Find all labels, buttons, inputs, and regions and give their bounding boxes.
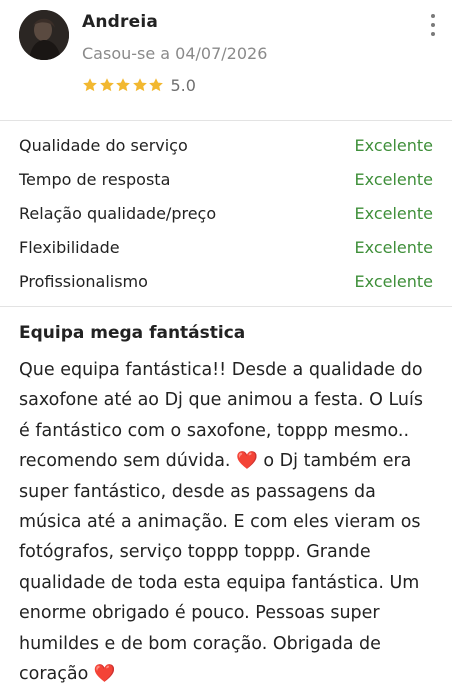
rating-value: 5.0 — [170, 75, 196, 95]
more-options-icon[interactable] — [428, 14, 438, 36]
reviewer-name: Andreia — [82, 12, 159, 32]
criterion-row: Profissionalismo Excelente — [19, 264, 433, 298]
star-icon — [116, 78, 130, 92]
criterion-label: Profissionalismo — [19, 271, 148, 291]
more-options-dot — [431, 32, 435, 36]
criterion-value: Excelente — [354, 170, 433, 190]
criterion-label: Relação qualidade/preço — [19, 203, 217, 223]
criterion-value: Excelente — [354, 203, 433, 223]
criterion-value: Excelente — [354, 237, 433, 257]
star-icon — [149, 78, 163, 92]
rating-row: 5.0 — [82, 75, 196, 95]
more-options-dot — [431, 23, 435, 27]
star-icon — [132, 78, 147, 92]
divider — [0, 305, 452, 307]
criterion-row: Qualidade do serviço Excelente — [19, 129, 433, 163]
criterion-value: Excelente — [354, 271, 433, 291]
star-rating — [82, 77, 165, 93]
avatar[interactable] — [19, 10, 69, 60]
criterion-row: Tempo de resposta Excelente — [19, 163, 433, 197]
star-icon — [99, 78, 114, 92]
criterion-label: Tempo de resposta — [19, 170, 171, 190]
married-date: Casou-se a 04/07/2026 — [82, 44, 268, 63]
criterion-row: Flexibilidade Excelente — [19, 230, 433, 264]
review-body: Que equipa fantástica!! Desde a qualidad… — [19, 359, 423, 685]
criterion-label: Qualidade do serviço — [19, 136, 188, 156]
review-title: Equipa mega fantástica — [19, 322, 246, 343]
criterion-row: Relação qualidade/preço Excelente — [19, 197, 433, 231]
review-header: Andreia Casou-se a 04/07/2026 5.0 — [0, 0, 452, 120]
criterion-label: Flexibilidade — [19, 237, 120, 257]
criterion-value: Excelente — [354, 136, 433, 156]
star-icon — [83, 78, 97, 92]
criteria-list: Qualidade do serviço Excelente Tempo de … — [0, 121, 452, 306]
more-options-dot — [431, 14, 435, 18]
